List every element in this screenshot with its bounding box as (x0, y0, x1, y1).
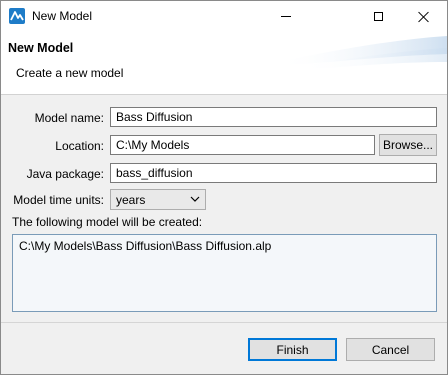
wizard-header: New Model Create a new model (1, 32, 447, 95)
chevron-down-icon (190, 196, 200, 202)
finish-button[interactable]: Finish (248, 338, 337, 361)
header-decoration (277, 36, 447, 70)
close-icon (418, 11, 430, 23)
cancel-button[interactable]: Cancel (346, 338, 435, 361)
maximize-icon (373, 12, 383, 21)
time-units-select[interactable]: years (110, 189, 206, 210)
model-path-box: C:\My Models\Bass Diffusion\Bass Diffusi… (12, 234, 437, 312)
header-subtitle: Create a new model (16, 66, 124, 80)
java-package-input[interactable]: bass_diffusion (110, 163, 437, 183)
window-title: New Model (32, 9, 93, 23)
minimize-button[interactable] (263, 1, 309, 32)
java-package-label: Java package: (26, 167, 104, 181)
minimize-icon (281, 16, 291, 17)
location-label: Location: (55, 139, 104, 153)
time-units-value: years (116, 193, 146, 207)
time-units-label: Model time units: (13, 193, 104, 207)
title-bar: New Model (1, 1, 447, 32)
footer-separator (1, 322, 447, 323)
anylogic-app-icon (9, 8, 25, 24)
model-name-label: Model name: (34, 111, 104, 125)
browse-button[interactable]: Browse... (379, 134, 437, 156)
model-path-text: C:\My Models\Bass Diffusion\Bass Diffusi… (19, 239, 272, 253)
maximize-button[interactable] (355, 1, 401, 32)
location-input[interactable]: C:\My Models (110, 135, 375, 155)
output-caption: The following model will be created: (12, 215, 203, 229)
header-title: New Model (8, 41, 74, 55)
model-name-input[interactable]: Bass Diffusion (110, 107, 437, 127)
close-button[interactable] (401, 1, 447, 32)
new-model-dialog: New Model New Model Create a new model M… (0, 0, 448, 375)
